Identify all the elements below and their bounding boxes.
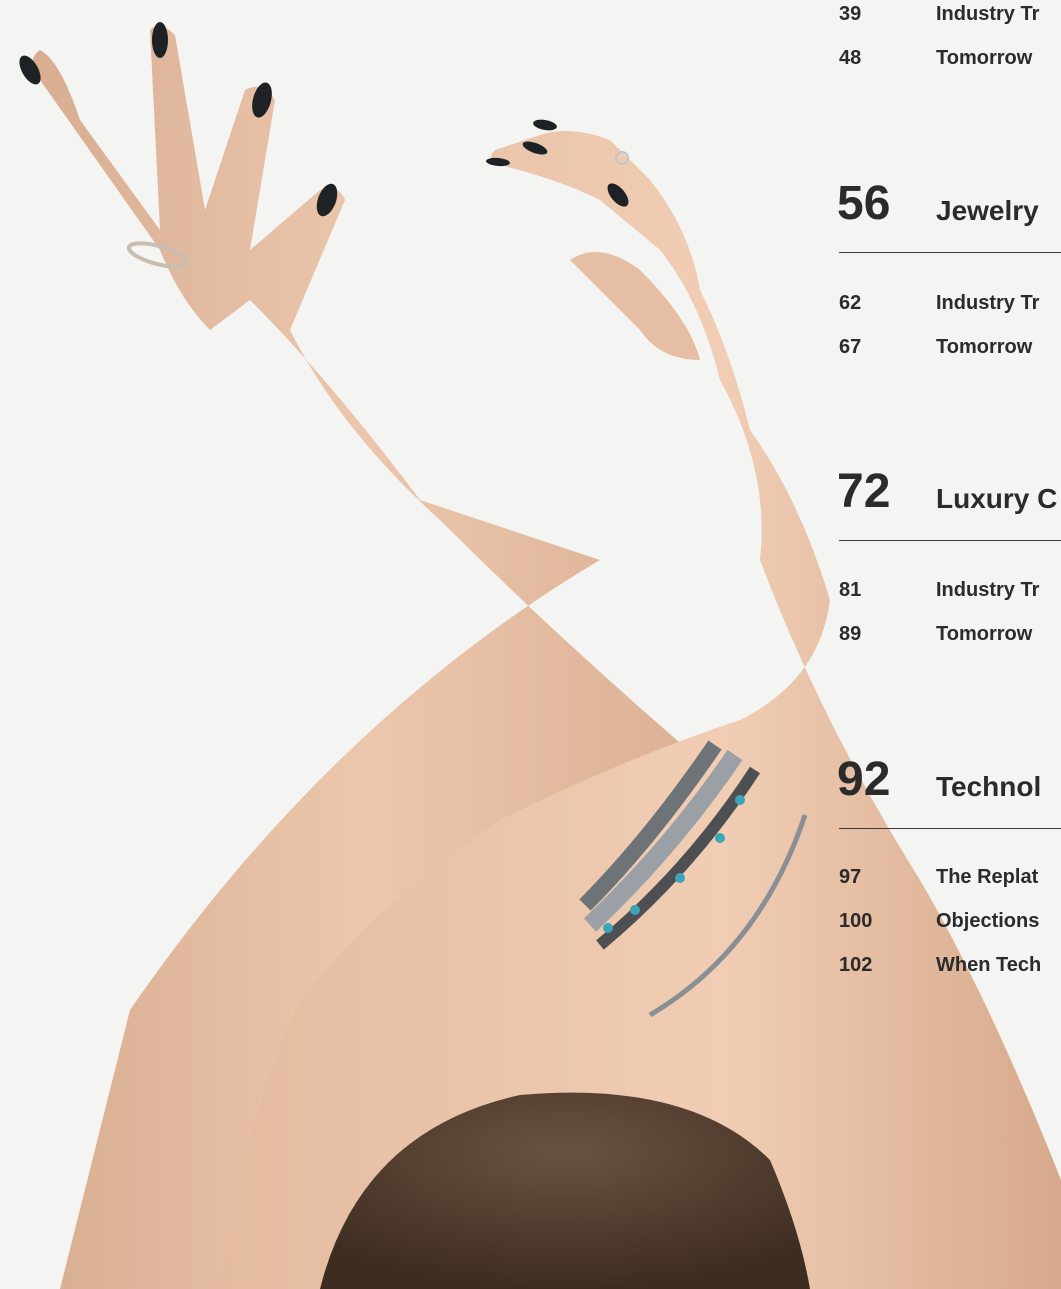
toc-entry-title[interactable]: Tomorrow [936,46,1032,70]
toc-page-number: 102 [839,954,873,976]
toc-entry-title[interactable]: Tomorrow [936,622,1032,646]
toc-section-title[interactable]: Luxury C [936,482,1057,516]
toc-entry-title[interactable]: Industry Tr [936,291,1039,315]
toc-section-page-number: 56 [837,177,891,230]
toc-page-number: 81 [839,579,862,601]
hero-photo [0,0,1061,1289]
toc-entry-title[interactable]: Industry Tr [936,578,1039,602]
toc-section-page-number: 92 [837,753,891,806]
toc-section-title[interactable]: Jewelry [936,194,1039,228]
toc-page-number: 39 [839,3,862,25]
toc-section-page-number: 72 [837,465,891,518]
toc-page-number: 62 [839,292,862,314]
toc-page-number: 97 [839,866,862,888]
toc-page-number: 100 [839,910,873,932]
toc-page-number: 89 [839,623,862,645]
toc-page-number: 48 [839,47,862,69]
toc-entry-title[interactable]: Objections [936,909,1039,933]
toc-entry-title[interactable]: Industry Tr [936,2,1039,26]
toc-page-number: 67 [839,336,862,358]
toc-entry-title[interactable]: The Replat [936,865,1038,889]
toc-section-title[interactable]: Technol [936,770,1041,804]
nail-2 [152,22,168,58]
toc-entry-title[interactable]: When Tech [936,953,1041,977]
toc-entry-title[interactable]: Tomorrow [936,335,1032,359]
